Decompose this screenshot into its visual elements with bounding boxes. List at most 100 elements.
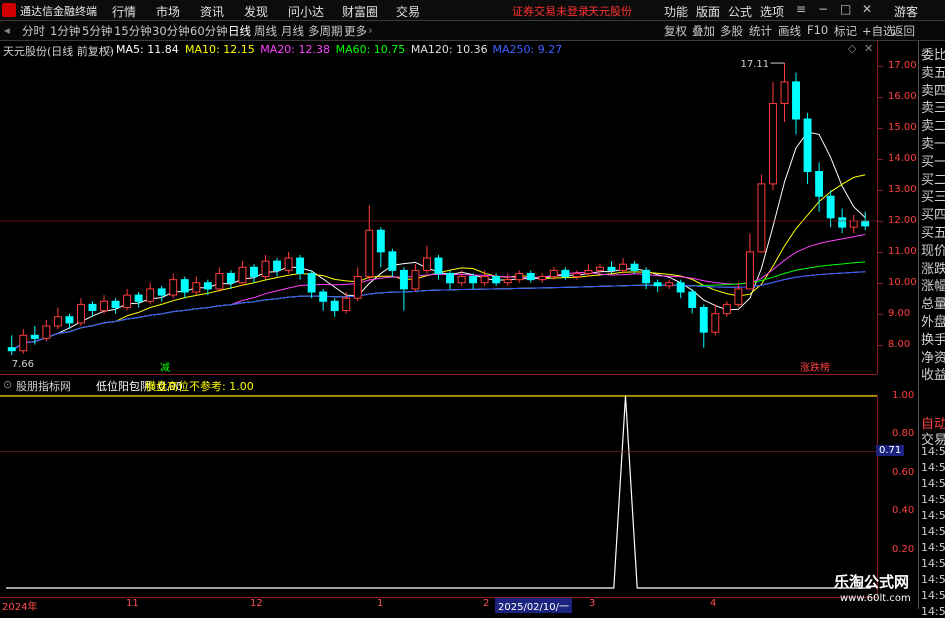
btn-back[interactable]: 返回 (892, 23, 915, 39)
candle-body (676, 282, 685, 293)
candle-body (492, 276, 501, 284)
sidebar-label: 现价 (921, 243, 945, 259)
minimize-icon[interactable]: − (818, 2, 828, 16)
period-multi[interactable]: 多周期 (308, 23, 343, 39)
sidebar-bottom-label: 14:56 (921, 493, 945, 506)
period-1min[interactable]: 1分钟 (50, 23, 80, 39)
btn-add-watch[interactable]: +自选 (862, 23, 895, 39)
period-monthly[interactable]: 月线 (281, 23, 304, 39)
date-label: 12 (250, 598, 263, 609)
menu-market[interactable]: 市场 (156, 3, 180, 20)
candle-body (19, 334, 28, 352)
price-tick-mark (878, 128, 883, 130)
candle (584, 264, 593, 277)
btn-stats[interactable]: 统计 (749, 23, 772, 39)
period-more[interactable]: 更多 (344, 23, 367, 39)
price-tick-label: 17.00 (888, 60, 917, 72)
sidebar-bottom-label: 14:56 (921, 525, 945, 538)
candle-body (423, 257, 431, 271)
candle (757, 174, 766, 253)
price-tick-mark (878, 66, 883, 68)
period-30min[interactable]: 30分钟 (152, 23, 190, 39)
menu-formula[interactable]: 公式 (728, 3, 752, 20)
menu-function[interactable]: 功能 (664, 3, 688, 20)
period-5min[interactable]: 5分钟 (82, 23, 112, 39)
candle-body (261, 260, 270, 278)
price-tick-mark (878, 313, 883, 315)
guest-label[interactable]: 游客 (894, 3, 918, 20)
price-tick-mark (878, 159, 883, 161)
sidebar-label: 卖一 (921, 137, 945, 152)
candle (665, 279, 674, 289)
menu-wealth[interactable]: 财富圈 (342, 3, 378, 20)
candle (250, 264, 258, 283)
indicator-tick-label: 0.20 (892, 543, 915, 555)
sidebar-bottom-label: 14:56 (921, 541, 945, 554)
period-15min[interactable]: 15分钟 (114, 23, 152, 39)
candlestick-chart[interactable]: 17.11 7.66 减 涨跌榜 (0, 41, 877, 374)
menu-trade[interactable]: 交易 (396, 3, 420, 20)
candle (849, 214, 858, 234)
menu-ask[interactable]: 问小达 (288, 3, 324, 20)
date-label: 3 (589, 598, 596, 609)
cursor-value-label: 0.71 (876, 444, 905, 456)
close-icon[interactable]: ✕ (862, 2, 872, 16)
candle (826, 190, 835, 228)
maximize-icon[interactable]: □ (840, 2, 851, 16)
menu-quotes[interactable]: 行情 (112, 3, 136, 20)
candle (307, 270, 316, 299)
sidebar-label: 买三 (921, 190, 945, 206)
candle-body (446, 272, 454, 284)
btn-f10[interactable]: F10 (807, 23, 828, 37)
sidebar-label: 卖五 (921, 65, 945, 81)
menu-news[interactable]: 资讯 (200, 3, 224, 20)
stock-title: 天元股份 (588, 5, 632, 18)
candle (353, 267, 362, 302)
candle (538, 273, 547, 283)
sidebar-label: 买二 (921, 172, 945, 188)
sidebar-bottom-label: 14:56 (921, 589, 945, 602)
candle (803, 112, 812, 184)
collapse-icon[interactable]: ◂ (4, 23, 10, 37)
btn-multi[interactable]: 多股 (720, 23, 743, 39)
period-60min[interactable]: 60分钟 (190, 23, 228, 39)
period-intraday[interactable]: 分时 (22, 23, 45, 39)
period-weekly[interactable]: 周线 (254, 23, 277, 39)
sidebar-label: 总量 (921, 297, 945, 313)
sidebar-label: 买五 (921, 226, 945, 241)
btn-draw[interactable]: 画线 (778, 23, 801, 39)
candle-body (665, 282, 674, 287)
btn-overlay[interactable]: 叠加 (692, 23, 715, 39)
period-daily[interactable]: 日线 (228, 23, 251, 39)
candle-body (469, 276, 478, 284)
menu-icon[interactable]: ≡ (796, 2, 806, 16)
candle (192, 276, 201, 296)
menu-layout[interactable]: 版面 (696, 3, 720, 20)
candle-body (699, 306, 708, 333)
sidebar-bottom-label: 14:56 (921, 573, 945, 586)
price-tick-mark (878, 220, 883, 222)
menu-options[interactable]: 选项 (760, 3, 784, 20)
candle (792, 72, 800, 135)
watermark-url: www.60lt.com (840, 593, 911, 604)
candle (688, 288, 697, 314)
login-warning[interactable]: 证券交易未登录 (512, 3, 589, 19)
candle (238, 261, 247, 286)
candle-body (572, 272, 581, 278)
price-tick-label: 14.00 (888, 153, 917, 165)
candle-body (607, 266, 616, 271)
price-tick-mark (878, 344, 883, 346)
candle-body (457, 276, 466, 284)
menu-discover[interactable]: 发现 (244, 3, 268, 20)
candle-body (65, 316, 74, 324)
btn-mark[interactable]: 标记 (834, 23, 857, 39)
chevron-right-icon[interactable]: › (368, 23, 373, 37)
indicator-axis: 1.00 0.80 0.60 0.40 0.20 0.71 (876, 390, 918, 596)
candle-body (319, 291, 328, 302)
date-label: 2 (483, 598, 490, 609)
candle (7, 335, 16, 356)
candle (769, 81, 777, 191)
indicator-toggle-icon[interactable]: ⊙ (3, 378, 12, 391)
btn-adjust[interactable]: 复权 (664, 23, 687, 39)
indicator-chart[interactable] (0, 395, 877, 596)
